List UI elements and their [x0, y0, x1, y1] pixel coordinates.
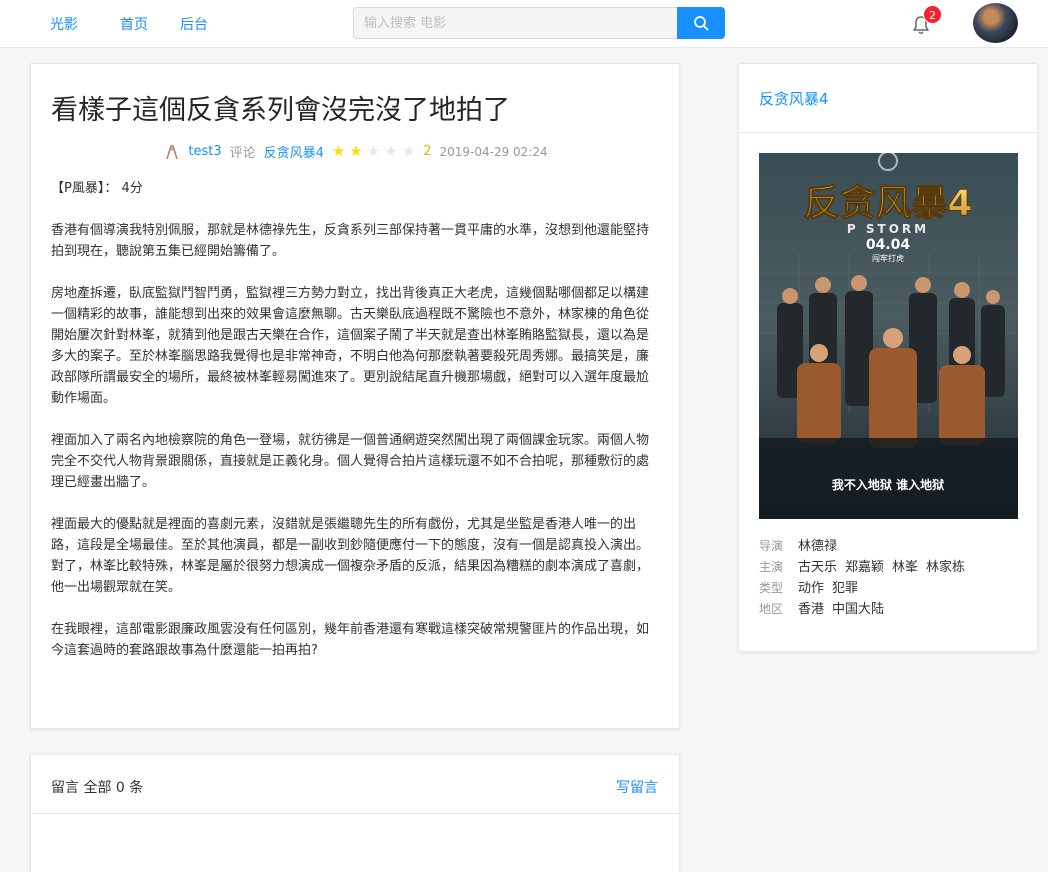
search-input[interactable]: [353, 7, 677, 39]
region-tag[interactable]: 香港: [798, 599, 824, 620]
movie-poster[interactable]: 反贪风暴4 P STORM 04.04 闯牢打虎 我不入地狱 谁入地狱: [759, 153, 1018, 519]
comments-card: 留言 全部 0 条 写留言: [30, 754, 681, 872]
info-row-cast: 主演 古天乐 郑嘉颖 林峯 林家栋: [759, 557, 1019, 578]
search-button[interactable]: [677, 7, 725, 39]
poster-image: 反贪风暴4 P STORM 04.04 闯牢打虎 我不入地狱 谁入地狱: [759, 153, 1018, 519]
info-row-director: 导演 林德禄: [759, 536, 1019, 557]
info-label: 地区: [759, 602, 784, 616]
divider: [31, 813, 681, 814]
star-icon: ★: [401, 142, 416, 160]
review-action: 评论: [229, 146, 256, 161]
brand-logo[interactable]: 光影: [50, 14, 78, 34]
write-comment-link[interactable]: 写留言: [616, 777, 658, 797]
poster-subtitle: P STORM: [847, 222, 929, 236]
star-icon: ★: [366, 142, 381, 160]
movie-info-list: 导演 林德禄 主演 古天乐 郑嘉颖 林峯 林家栋 类型 动作 犯罪 地区 香港: [759, 536, 1019, 620]
poster-date: 04.04: [866, 237, 911, 253]
review-date: 2019-04-29 02:24: [439, 144, 548, 159]
star-icon: ★: [349, 142, 363, 160]
review-title: 看樣子這個反貪系列會沒完沒了地拍了: [51, 95, 510, 126]
nav-home[interactable]: 首页: [120, 14, 148, 34]
review-paragraph: 房地產拆遷，臥底監獄鬥智鬥勇，監獄裡三方勢力對立，找出背後真正大老虎，這幾個點哪…: [51, 286, 650, 406]
top-navbar: 光影 首页 后台 2: [0, 0, 1048, 48]
poster-date-caption: 闯牢打虎: [872, 253, 904, 263]
divider: [739, 132, 1039, 133]
info-label: 类型: [759, 581, 784, 595]
user-icon: [166, 144, 179, 159]
cast-name[interactable]: 林峯: [892, 557, 918, 578]
poster-tagline: 我不入地狱 谁入地狱: [832, 477, 944, 492]
star-icon: ★: [384, 142, 398, 160]
review-paragraph: 裡面加入了兩名內地檢察院的角色一登場，就彷彿是一個普通網遊突然闖出現了兩個課金玩…: [51, 433, 650, 490]
rating-score: 2: [423, 144, 432, 159]
review-paragraph: 【P風暴】： 4分: [51, 181, 143, 196]
star-icon: ★: [331, 142, 346, 160]
search-icon: [694, 16, 709, 31]
cast-name[interactable]: 郑嘉颖: [845, 557, 884, 578]
rating-stars: ★ ★ ★ ★ ★: [332, 144, 415, 159]
review-paragraph: 在我眼裡，這部電影跟廉政風雲没有任何區別，幾年前香港還有寒戰這樣突破常規警匪片的…: [51, 622, 650, 658]
director-name[interactable]: 林德禄: [798, 536, 837, 557]
genre-tag[interactable]: 犯罪: [832, 578, 858, 599]
review-paragraph: 裡面最大的優點就是裡面的喜劇元素，沒錯就是張繼聰先生的所有戲份，尤其是坐監是香港…: [51, 517, 650, 595]
review-movie-link[interactable]: 反贪风暴4: [264, 142, 324, 161]
movie-title-link[interactable]: 反贪风暴4: [759, 88, 829, 109]
poster-title: 反贪风暴4: [803, 183, 972, 224]
comments-title: 留言 全部 0 条: [51, 780, 144, 796]
review-author[interactable]: test3: [188, 144, 221, 159]
info-row-region: 地区 香港 中国大陆: [759, 599, 1019, 620]
info-label: 主演: [759, 560, 784, 574]
cast-name[interactable]: 古天乐: [798, 557, 837, 578]
review-body: 【P風暴】： 4分 香港有個導演我特別佩服，那就是林德祿先生，反貪系列三部保持著…: [51, 178, 661, 682]
review-paragraph: 香港有個導演我特別佩服，那就是林德祿先生，反貪系列三部保持著一貫平庸的水準，沒想…: [51, 223, 650, 259]
nav-admin[interactable]: 后台: [180, 14, 208, 34]
info-label: 导演: [759, 539, 784, 553]
review-meta: test3 评论 反贪风暴4 ★ ★ ★ ★ ★ 2 2019-04-29 02:24: [31, 142, 681, 161]
notification-badge: 2: [923, 5, 942, 24]
cast-name[interactable]: 林家栋: [926, 557, 965, 578]
user-avatar[interactable]: [973, 3, 1018, 43]
info-row-genre: 类型 动作 犯罪: [759, 578, 1019, 599]
movie-info-card: 反贪风暴4 反贪风暴4 P STORM 04.04 闯牢打虎 我不入地狱 谁入地…: [738, 63, 1039, 652]
genre-tag[interactable]: 动作: [798, 578, 824, 599]
region-tag[interactable]: 中国大陆: [832, 599, 884, 620]
search-bar: [353, 7, 725, 39]
review-card: 看樣子這個反貪系列會沒完沒了地拍了 test3 评论 反贪风暴4 ★ ★ ★ ★ ★ 2…: [30, 63, 680, 729]
